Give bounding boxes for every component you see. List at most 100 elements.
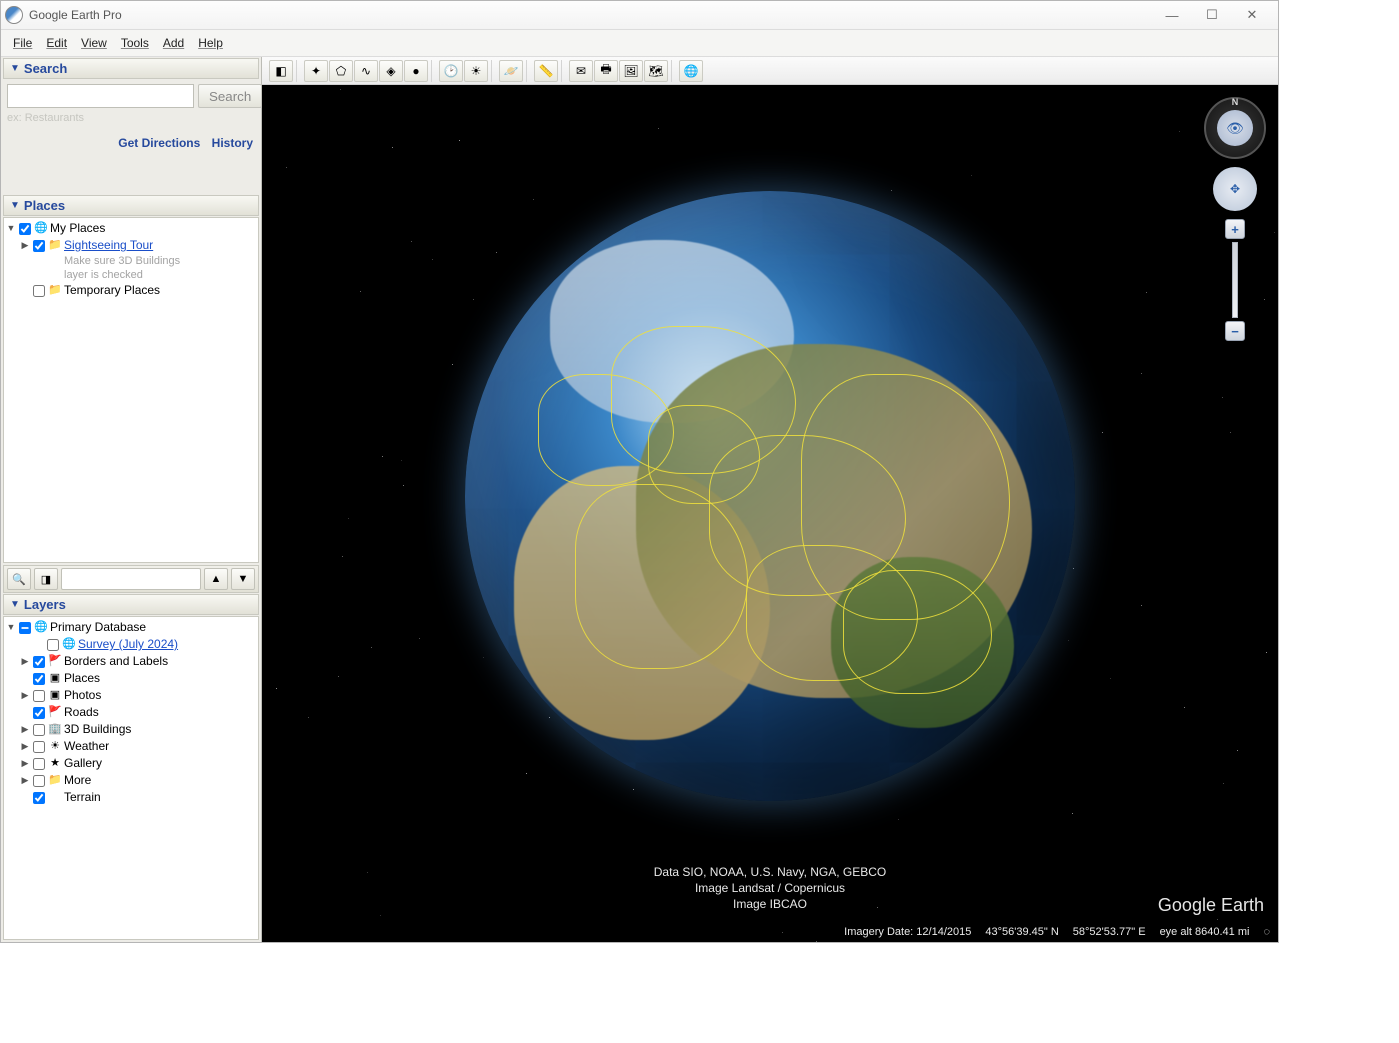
expand-icon[interactable]: ▼ <box>6 619 16 636</box>
layer-label[interactable]: Borders and Labels <box>64 653 168 670</box>
record-tour-button[interactable]: ● <box>404 60 428 82</box>
layer-item[interactable]: ▶ ▣Photos <box>6 687 258 704</box>
print-button[interactable]: 🖶 <box>594 60 618 82</box>
layer-label[interactable]: Terrain <box>64 789 101 806</box>
my-places-label[interactable]: My Places <box>50 220 105 237</box>
layers-header[interactable]: ▼Layers <box>3 594 259 615</box>
layer-checkbox[interactable] <box>33 775 45 787</box>
layer-checkbox[interactable] <box>33 758 45 770</box>
sightseeing-note: Make sure 3D Buildings <box>6 254 258 268</box>
temporary-places-label[interactable]: Temporary Places <box>64 282 160 299</box>
expand-icon[interactable]: ▼ <box>6 220 16 237</box>
pan-control[interactable]: ✥ <box>1213 167 1257 211</box>
layer-label[interactable]: Survey (July 2024) <box>78 636 178 653</box>
zoom-out-button[interactable]: − <box>1225 321 1245 341</box>
layers-tree[interactable]: ▼🌐Primary Database🌐Survey (July 2024)▶🚩B… <box>3 616 259 940</box>
layer-checkbox[interactable] <box>33 792 45 804</box>
my-places-checkbox[interactable] <box>19 223 31 235</box>
move-down-button[interactable]: ▼ <box>231 568 255 590</box>
layer-label[interactable]: Primary Database <box>50 619 146 636</box>
maximize-button[interactable]: ☐ <box>1198 5 1226 25</box>
layer-label[interactable]: More <box>64 772 91 789</box>
layer-item[interactable]: Terrain <box>6 789 258 806</box>
compass-control[interactable]: N 👁 <box>1204 97 1266 159</box>
zoom-control: + − <box>1225 219 1245 341</box>
opacity-slider[interactable] <box>61 568 201 590</box>
history-link[interactable]: History <box>212 136 253 150</box>
search-places-button[interactable]: 🔍 <box>7 568 31 590</box>
globe-button[interactable]: 🌐 <box>679 60 703 82</box>
minimize-button[interactable]: — <box>1158 5 1186 25</box>
expand-icon[interactable]: ▶ <box>20 772 30 789</box>
layer-checkbox[interactable] <box>47 639 59 651</box>
image-overlay-button[interactable]: ◈ <box>379 60 403 82</box>
layer-checkbox[interactable] <box>33 724 45 736</box>
layer-checkbox[interactable] <box>33 690 45 702</box>
layer-label[interactable]: Photos <box>64 687 101 704</box>
look-control[interactable]: 👁 <box>1217 110 1253 146</box>
app-icon <box>5 6 23 24</box>
layer-label[interactable]: 3D Buildings <box>64 721 131 738</box>
expand-icon[interactable]: ▶ <box>20 237 30 254</box>
sightseeing-link[interactable]: Sightseeing Tour <box>64 237 153 254</box>
expand-icon[interactable]: ▶ <box>20 755 30 772</box>
places-tree[interactable]: ▼ 🌐 My Places ▶ 📁 Sightseeing Tour Make … <box>3 217 259 563</box>
path-button[interactable]: ∿ <box>354 60 378 82</box>
menu-view[interactable]: View <box>75 34 113 52</box>
planet-button[interactable]: 🪐 <box>499 60 523 82</box>
expand-icon[interactable]: ▶ <box>20 687 30 704</box>
panel-toggle-button[interactable]: ◨ <box>34 568 58 590</box>
layer-checkbox[interactable] <box>33 656 45 668</box>
layer-item[interactable]: ▶🚩Borders and Labels <box>6 653 258 670</box>
layer-checkbox[interactable] <box>33 673 45 685</box>
sightseeing-checkbox[interactable] <box>33 240 45 252</box>
places-header[interactable]: ▼Places <box>3 195 259 216</box>
layer-item[interactable]: 🌐Survey (July 2024) <box>6 636 258 653</box>
search-header[interactable]: ▼Search <box>3 58 259 79</box>
layer-item[interactable]: ▶★Gallery <box>6 755 258 772</box>
layer-label[interactable]: Roads <box>64 704 99 721</box>
move-up-button[interactable]: ▲ <box>204 568 228 590</box>
menu-tools[interactable]: Tools <box>115 34 155 52</box>
layer-label[interactable]: Gallery <box>64 755 102 772</box>
sidebar: ▼Search Search ex: Restaurants Get Direc… <box>1 57 262 942</box>
layer-item[interactable]: ▼🌐Primary Database <box>6 619 258 636</box>
menu-edit[interactable]: Edit <box>40 34 73 52</box>
expand-icon[interactable]: ▶ <box>20 721 30 738</box>
globe-viewport[interactable]: Data SIO, NOAA, U.S. Navy, NGA, GEBCO Im… <box>262 85 1278 942</box>
expand-icon[interactable]: ▶ <box>20 738 30 755</box>
history-button[interactable]: 🕑 <box>439 60 463 82</box>
status-bar: Imagery Date: 12/14/2015 43°56'39.45" N … <box>844 926 1270 938</box>
save-image-button[interactable]: 🖼 <box>619 60 643 82</box>
sunlight-button[interactable]: ☀ <box>464 60 488 82</box>
search-button[interactable]: Search <box>198 84 262 108</box>
search-input[interactable] <box>7 84 194 108</box>
layer-item[interactable]: 🚩Roads <box>6 704 258 721</box>
polygon-button[interactable]: ⬠ <box>329 60 353 82</box>
layer-checkbox[interactable] <box>19 622 31 634</box>
layer-label[interactable]: Weather <box>64 738 109 755</box>
expand-icon[interactable]: ▶ <box>20 653 30 670</box>
layer-item[interactable]: ▣Places <box>6 670 258 687</box>
email-button[interactable]: ✉ <box>569 60 593 82</box>
layer-icon: ▣ <box>48 689 62 703</box>
ruler-button[interactable]: 📏 <box>534 60 558 82</box>
layer-label[interactable]: Places <box>64 670 100 687</box>
view-maps-button[interactable]: 🗺 <box>644 60 668 82</box>
menu-file[interactable]: File <box>7 34 38 52</box>
layer-checkbox[interactable] <box>33 741 45 753</box>
zoom-in-button[interactable]: + <box>1225 219 1245 239</box>
close-button[interactable]: ✕ <box>1238 5 1266 25</box>
sidebar-toggle-button[interactable]: ◧ <box>269 60 293 82</box>
menu-add[interactable]: Add <box>157 34 190 52</box>
layer-item[interactable]: ▶☀Weather <box>6 738 258 755</box>
zoom-slider[interactable] <box>1232 242 1238 318</box>
earth-globe[interactable] <box>465 191 1075 801</box>
get-directions-link[interactable]: Get Directions <box>118 136 200 150</box>
layer-checkbox[interactable] <box>33 707 45 719</box>
placemark-button[interactable]: ✦ <box>304 60 328 82</box>
menu-help[interactable]: Help <box>192 34 229 52</box>
temporary-checkbox[interactable] <box>33 285 45 297</box>
layer-item[interactable]: ▶📁More <box>6 772 258 789</box>
layer-item[interactable]: ▶🏢3D Buildings <box>6 721 258 738</box>
